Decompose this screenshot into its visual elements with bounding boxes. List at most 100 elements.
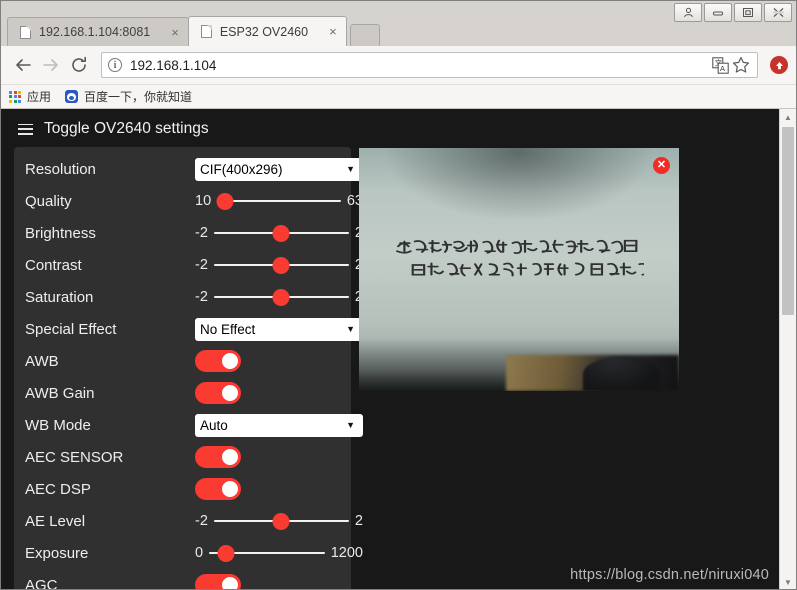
aec-dsp-toggle[interactable]	[195, 478, 241, 500]
setting-control: -2 2	[195, 256, 363, 274]
setting-row-special-effect: Special Effect No Effect ▼	[25, 313, 363, 345]
setting-control: No Effect ▼	[195, 317, 363, 341]
title-bar: 192.168.1.104:8081 × ESP32 OV2460 ×	[1, 1, 796, 46]
bookmark-apps[interactable]: 应用	[9, 88, 51, 105]
agc-toggle[interactable]	[195, 574, 241, 589]
hamburger-icon[interactable]	[18, 123, 33, 135]
setting-control: 0 1200	[195, 544, 363, 562]
setting-row-saturation: Saturation -2 2	[25, 281, 363, 313]
slider-min-label: -2	[195, 513, 208, 529]
slider-track[interactable]	[213, 224, 349, 242]
reload-button[interactable]	[65, 51, 93, 79]
baidu-icon	[65, 90, 79, 103]
slider-rail	[217, 199, 341, 203]
slider-track[interactable]	[213, 288, 349, 306]
setting-row-aec-dsp: AEC DSP	[25, 473, 340, 505]
page-title: Toggle OV2640 settings	[44, 120, 209, 137]
setting-row-exposure: Exposure 0 1200	[25, 537, 363, 569]
close-button[interactable]	[764, 3, 792, 22]
tab-192-168-1-104-8081[interactable]: 192.168.1.104:8081 ×	[7, 17, 189, 46]
setting-control: -2 2	[195, 224, 363, 242]
setting-row-awb: AWB	[25, 345, 340, 377]
setting-label: AWB	[25, 352, 59, 370]
scroll-up-arrow-icon[interactable]: ▲	[780, 109, 796, 126]
brightness-slider[interactable]: -2 2	[195, 224, 363, 242]
slider-thumb[interactable]	[272, 224, 290, 242]
ae-level-slider[interactable]: -2 2	[195, 512, 363, 530]
setting-row-resolution: Resolution CIF(400x296) ▼	[25, 153, 363, 185]
setting-label: Quality	[25, 192, 72, 210]
awb-toggle[interactable]	[195, 350, 241, 372]
setting-control	[195, 382, 340, 404]
contrast-slider[interactable]: -2 2	[195, 256, 363, 274]
minimize-button[interactable]	[704, 3, 732, 22]
setting-control	[195, 446, 340, 468]
maximize-button[interactable]	[734, 3, 762, 22]
address-bar[interactable]: i 192.168.1.104 文 A	[101, 52, 758, 78]
profile-button[interactable]	[674, 3, 702, 22]
settings-toggle-header[interactable]: Toggle OV2640 settings	[1, 109, 779, 147]
scrollbar-thumb[interactable]	[782, 127, 794, 315]
slider-thumb[interactable]	[272, 512, 290, 530]
toggle-knob	[221, 577, 238, 589]
bookmark-star-icon[interactable]	[731, 55, 751, 75]
tab-close-icon[interactable]: ×	[326, 25, 340, 38]
tab-close-icon[interactable]: ×	[168, 26, 182, 39]
slider-track[interactable]	[213, 512, 349, 530]
new-tab-button[interactable]	[349, 24, 380, 46]
bookmark-label: 百度一下，你就知道	[84, 90, 193, 104]
page-icon	[20, 25, 31, 39]
omnibox-actions: 文 A	[712, 55, 751, 75]
back-button[interactable]	[9, 51, 37, 79]
page-icon	[200, 25, 212, 38]
tab-esp32-ov2460[interactable]: ESP32 OV2460 ×	[187, 16, 347, 46]
maximize-icon	[743, 8, 753, 17]
quality-slider[interactable]: 10 63	[195, 192, 363, 210]
setting-label: AEC SENSOR	[25, 448, 124, 466]
content-row: Resolution CIF(400x296) ▼ Quality 10 63 …	[1, 147, 779, 589]
translate-icon[interactable]: 文 A	[712, 56, 729, 74]
setting-row-ae-level: AE Level -2 2	[25, 505, 363, 537]
setting-label: Resolution	[25, 160, 96, 178]
camera-settings-panel: Resolution CIF(400x296) ▼ Quality 10 63 …	[14, 147, 363, 589]
minimize-icon	[713, 11, 723, 16]
setting-control: 10 63	[195, 192, 363, 210]
setting-label: AEC DSP	[25, 480, 91, 498]
resolution-select[interactable]: CIF(400x296)	[195, 157, 363, 181]
close-icon	[772, 8, 784, 17]
saturation-slider[interactable]: -2 2	[195, 288, 363, 306]
slider-thumb[interactable]	[272, 288, 290, 306]
aec-sensor-toggle[interactable]	[195, 446, 241, 468]
forward-button[interactable]	[37, 51, 65, 79]
slider-min-label: -2	[195, 225, 208, 241]
slider-min-label: -2	[195, 257, 208, 273]
site-info-icon[interactable]: i	[108, 58, 122, 72]
slider-thumb[interactable]	[217, 544, 235, 562]
foreground-object	[583, 356, 660, 391]
user-icon	[683, 7, 693, 18]
close-stream-icon[interactable]: ✕	[653, 157, 670, 174]
slider-thumb[interactable]	[216, 192, 234, 210]
slider-min-label: -2	[195, 289, 208, 305]
slider-track[interactable]	[209, 544, 325, 562]
special-effect-select[interactable]: No Effect	[195, 317, 363, 341]
wb-mode-select[interactable]: Auto	[195, 413, 363, 437]
update-button[interactable]	[770, 56, 788, 74]
awb-gain-toggle[interactable]	[195, 382, 241, 404]
scroll-down-arrow-icon[interactable]: ▼	[780, 574, 796, 589]
slider-track[interactable]	[216, 192, 341, 210]
page-scrollbar[interactable]: ▲ ▼	[779, 109, 796, 589]
handwriting-overlay	[394, 235, 644, 284]
browser-toolbar: i 192.168.1.104 文 A	[1, 46, 796, 85]
slider-max-label: 1200	[330, 545, 363, 561]
bookmark-baidu[interactable]: 百度一下，你就知道	[65, 88, 192, 105]
watermark-text: https://blog.csdn.net/niruxi040	[570, 567, 769, 583]
setting-row-awb-gain: AWB Gain	[25, 377, 340, 409]
slider-thumb[interactable]	[272, 256, 290, 274]
setting-row-agc: AGC	[25, 569, 340, 589]
exposure-slider[interactable]: 0 1200	[195, 544, 363, 562]
setting-row-wb-mode: WB Mode Auto ▼	[25, 409, 363, 441]
slider-track[interactable]	[213, 256, 349, 274]
special-effect-select-wrap: No Effect ▼	[195, 317, 363, 341]
setting-control: CIF(400x296) ▼	[195, 157, 363, 181]
